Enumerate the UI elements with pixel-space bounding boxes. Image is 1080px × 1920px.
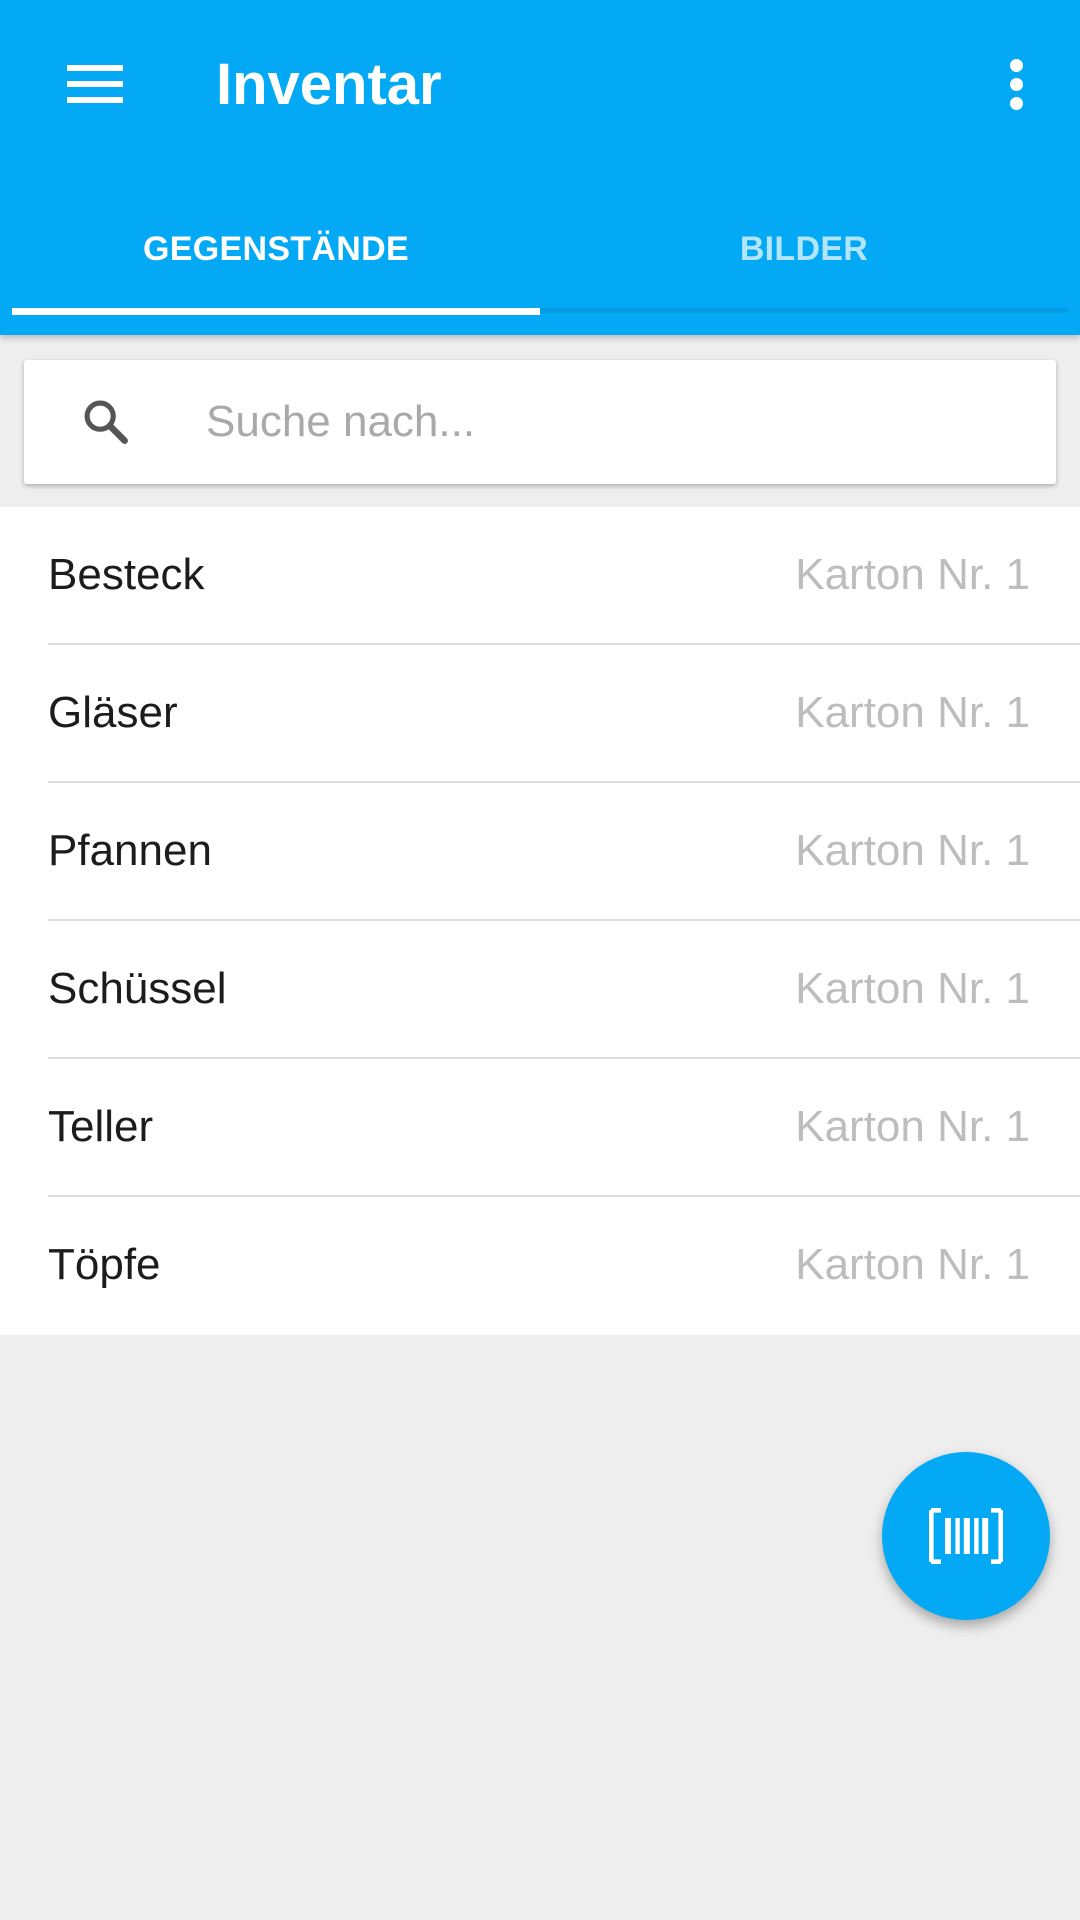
list-item[interactable]: Besteck Karton Nr. 1 <box>0 507 1080 645</box>
more-vert-icon <box>1009 58 1023 72</box>
search-icon[interactable] <box>78 394 134 450</box>
item-name: Gläser <box>48 688 178 737</box>
app-bar: Inventar GEGENSTÄNDE BILDER <box>0 0 1080 335</box>
item-name: Töpfe <box>48 1240 161 1289</box>
list-item[interactable]: Töpfe Karton Nr. 1 <box>0 1197 1080 1335</box>
item-name: Schüssel <box>48 964 227 1013</box>
list-item[interactable]: Pfannen Karton Nr. 1 <box>0 783 1080 921</box>
list-item[interactable]: Gläser Karton Nr. 1 <box>0 645 1080 783</box>
tab-label: BILDER <box>739 229 869 268</box>
item-name: Pfannen <box>48 826 212 875</box>
page-title: Inventar <box>216 52 442 117</box>
item-location: Karton Nr. 1 <box>795 688 1030 737</box>
tab-bar: GEGENSTÄNDE BILDER <box>12 190 1068 315</box>
search-bar <box>24 360 1056 484</box>
tab-gegenstaende[interactable]: GEGENSTÄNDE <box>12 190 540 315</box>
item-location: Karton Nr. 1 <box>795 964 1030 1013</box>
tab-bilder[interactable]: BILDER <box>540 190 1068 313</box>
barcode-scan-icon <box>929 1508 1003 1564</box>
item-location: Karton Nr. 1 <box>795 550 1030 599</box>
active-tab-indicator <box>12 308 540 315</box>
list-item[interactable]: Schüssel Karton Nr. 1 <box>0 921 1080 1059</box>
hamburger-menu-icon <box>67 65 123 103</box>
more-options-button[interactable] <box>978 46 1054 122</box>
tab-label: GEGENSTÄNDE <box>143 229 409 268</box>
item-name: Besteck <box>48 550 205 599</box>
scan-barcode-button[interactable] <box>882 1452 1050 1620</box>
item-name: Teller <box>48 1102 154 1151</box>
item-list: Besteck Karton Nr. 1 Gläser Karton Nr. 1… <box>0 507 1080 1335</box>
item-location: Karton Nr. 1 <box>795 1240 1030 1289</box>
search-input[interactable] <box>186 382 1046 462</box>
tab-indicator-track <box>540 308 1068 313</box>
item-location: Karton Nr. 1 <box>795 826 1030 875</box>
item-location: Karton Nr. 1 <box>795 1102 1030 1151</box>
menu-button[interactable] <box>52 46 138 122</box>
list-item[interactable]: Teller Karton Nr. 1 <box>0 1059 1080 1197</box>
